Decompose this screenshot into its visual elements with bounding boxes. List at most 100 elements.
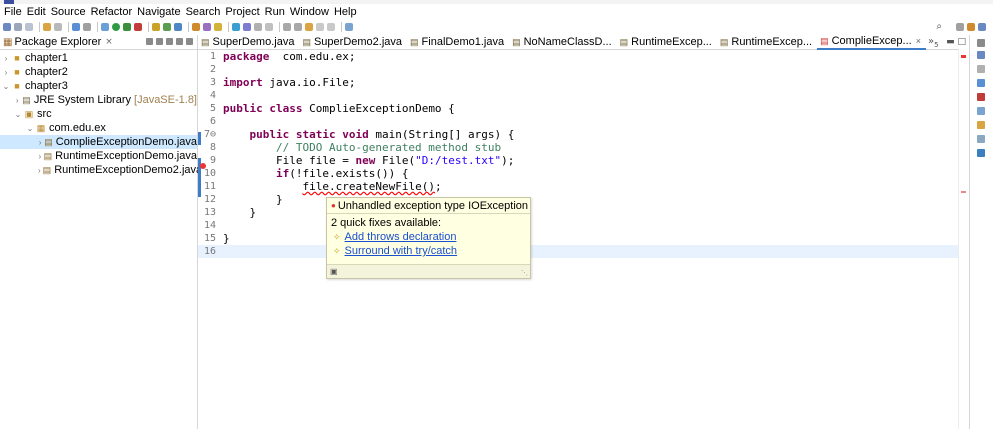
hierarchy-icon[interactable] — [977, 79, 985, 87]
tree-item-chapter1[interactable]: › ■ chapter1 — [0, 51, 197, 65]
open-type-icon[interactable] — [43, 22, 51, 31]
javadoc-icon[interactable] — [977, 107, 985, 115]
block-selection-icon[interactable] — [254, 22, 262, 31]
menu-file[interactable]: File — [4, 6, 22, 18]
collapse-arrow-icon[interactable]: ⌄ — [26, 124, 34, 133]
resize-grip-icon[interactable]: ⋱ — [521, 269, 528, 277]
tree-item-runtime-exception-demo2[interactable]: › ▤ RuntimeExceptionDemo2.java — [0, 163, 202, 177]
open-perspective-icon[interactable] — [956, 22, 964, 31]
tab-runtimeexcep-1[interactable]: ▤ RuntimeExcep... — [617, 35, 717, 50]
collapse-all-icon[interactable] — [146, 38, 153, 45]
menu-navigate[interactable]: Navigate — [137, 6, 180, 18]
back-nav-icon[interactable] — [316, 22, 324, 31]
menu-help[interactable]: Help — [334, 6, 357, 18]
tree-item-src[interactable]: ⌄ ▣ src — [0, 107, 197, 121]
tab-finaldemo1[interactable]: ▤ FinalDemo1.java — [407, 35, 509, 50]
previous-annotation-icon[interactable] — [294, 22, 302, 31]
last-edit-icon[interactable] — [305, 22, 313, 31]
menu-run[interactable]: Run — [265, 6, 285, 18]
expand-arrow-icon[interactable]: › — [2, 68, 10, 77]
tree-item-package[interactable]: ⌄ ▦ com.edu.ex — [0, 121, 197, 135]
menu-window[interactable]: Window — [290, 6, 329, 18]
new-icon[interactable] — [3, 22, 11, 31]
collapse-arrow-icon[interactable]: ⌄ — [14, 110, 22, 119]
link-with-editor-icon[interactable] — [156, 38, 163, 45]
tree-item-runtime-exception-demo[interactable]: › ▤ RuntimeExceptionDemo.java — [0, 149, 197, 163]
terminal-icon[interactable] — [72, 22, 80, 31]
java-ee-perspective-icon[interactable] — [967, 22, 975, 31]
code-line[interactable]: 8 // TODO Auto-generated method stub — [198, 141, 958, 154]
restore-icon[interactable] — [977, 39, 985, 47]
editor-window-controls[interactable]: ▬ □ — [946, 37, 966, 47]
minimize-icon[interactable] — [176, 38, 183, 45]
new-package-icon[interactable] — [163, 22, 171, 31]
show-whitespace-icon[interactable] — [265, 22, 273, 31]
collapse-arrow-icon[interactable]: ⌄ — [2, 82, 10, 91]
run-icon[interactable] — [112, 22, 120, 31]
menu-project[interactable]: Project — [225, 6, 259, 18]
close-icon[interactable]: × — [916, 36, 921, 46]
expand-arrow-icon[interactable]: › — [38, 152, 42, 161]
focus-icon[interactable]: ▣ — [330, 267, 338, 276]
code-editor[interactable]: 1 package com.edu.ex; 2 3 import java.io.Fil… — [198, 50, 968, 429]
code-line[interactable]: 7⊖ public static void main(String[] args… — [198, 128, 958, 141]
menu-search[interactable]: Search — [186, 6, 221, 18]
code-line[interactable]: 14 — [198, 219, 958, 232]
tab-superdemo[interactable]: ▤ SuperDemo.java — [198, 35, 299, 50]
tab-nonameclass[interactable]: ▤ NoNameClassD... — [509, 35, 617, 50]
quick-fix-link[interactable]: Add throws declaration — [345, 231, 457, 243]
console-icon[interactable] — [977, 135, 985, 143]
forward-nav-icon[interactable] — [327, 22, 335, 31]
java-perspective-icon[interactable] — [978, 22, 986, 31]
progress-icon[interactable] — [977, 149, 985, 157]
code-line[interactable]: 5 public class ComplieExceptionDemo { — [198, 102, 958, 115]
back-icon[interactable] — [54, 22, 62, 31]
tree-item-chapter3[interactable]: ⌄ ■ chapter3 — [0, 79, 197, 93]
package-explorer-tab[interactable]: ▦ Package Explorer × — [0, 35, 197, 50]
error-overview-marker[interactable] — [961, 55, 966, 58]
problems-icon[interactable] — [977, 93, 985, 101]
expand-arrow-icon[interactable]: › — [38, 138, 42, 147]
search-toolbar-icon[interactable] — [203, 22, 211, 31]
quick-fix-link[interactable]: Surround with try/catch — [345, 245, 458, 257]
external-tools-icon[interactable] — [134, 22, 142, 31]
code-line[interactable]: 15} — [198, 232, 958, 245]
quick-fix-surround-try-catch[interactable]: ✧ Surround with try/catch — [327, 244, 530, 258]
new-class-icon[interactable] — [174, 22, 182, 31]
tree-item-jre-library[interactable]: › ▤ JRE System Library [JavaSE-1.8] — [0, 93, 197, 107]
coverage-icon[interactable] — [123, 22, 131, 31]
code-line[interactable]: 4 — [198, 89, 958, 102]
toggle-mark-icon[interactable] — [232, 22, 240, 31]
code-line[interactable]: 6 — [198, 115, 958, 128]
tab-runtimeexcep-2[interactable]: ▤ RuntimeExcep... — [717, 35, 817, 50]
quick-fix-add-throws[interactable]: ✧ Add throws declaration — [327, 230, 530, 244]
code-line[interactable]: 13 } — [198, 206, 958, 219]
code-line[interactable]: 16 — [198, 245, 958, 258]
pin-editor-icon[interactable] — [345, 22, 353, 31]
tree-item-complie-exception-demo[interactable]: › ▤ ComplieExceptionDemo.java — [0, 135, 197, 149]
new-java-project-icon[interactable] — [152, 22, 160, 31]
tab-complieexcep[interactable]: ▤ ComplieExcep... × — [817, 34, 926, 50]
code-line[interactable]: 10 if (!file.exists()) { — [198, 167, 958, 180]
overview-ruler[interactable] — [958, 49, 968, 429]
next-annotation-icon[interactable] — [283, 22, 291, 31]
code-line[interactable]: 11 file.createNewFile(); — [198, 180, 958, 193]
view-menu-icon[interactable] — [166, 38, 173, 45]
save-all-icon[interactable] — [25, 22, 33, 31]
tab-overflow-icon[interactable]: »5 — [928, 36, 939, 49]
code-line[interactable]: 2 — [198, 63, 958, 76]
expand-arrow-icon[interactable]: › — [14, 96, 20, 105]
menu-refactor[interactable]: Refactor — [91, 6, 133, 18]
toggle-highlight-icon[interactable] — [243, 22, 251, 31]
task-list-icon[interactable] — [977, 65, 985, 73]
search-icon[interactable]: ⌕ — [936, 21, 942, 32]
menu-source[interactable]: Source — [51, 6, 86, 18]
open-task-icon[interactable] — [192, 22, 200, 31]
expand-arrow-icon[interactable]: › — [2, 54, 10, 63]
debug-icon[interactable] — [101, 22, 109, 31]
annotation-icon[interactable] — [214, 22, 222, 31]
tab-superdemo2[interactable]: ▤ SuperDemo2.java — [299, 35, 407, 50]
expand-arrow-icon[interactable]: › — [38, 166, 41, 175]
outline-view-icon[interactable] — [977, 51, 985, 59]
save-icon[interactable] — [14, 22, 22, 31]
